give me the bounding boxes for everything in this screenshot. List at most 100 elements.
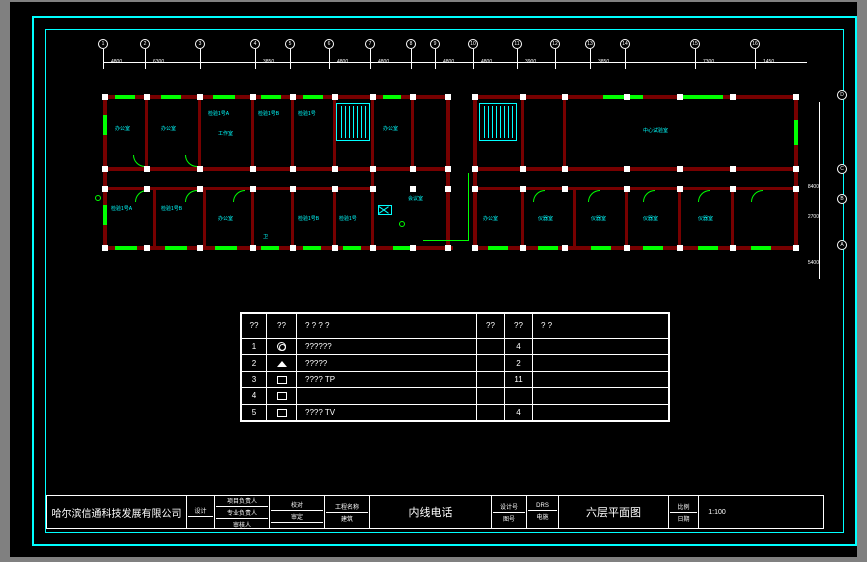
- legend-num: 4: [242, 388, 267, 404]
- wall: [103, 167, 448, 171]
- wall: [145, 95, 148, 167]
- project-title: 内线电话: [370, 496, 492, 528]
- column: [410, 94, 416, 100]
- wall: [153, 190, 156, 248]
- legend-qty: 11: [505, 371, 533, 387]
- cad-viewport[interactable]: 1480026300343850564800748008948001048001…: [10, 2, 857, 557]
- window: [751, 246, 771, 250]
- legend-symbol: [267, 404, 297, 420]
- column: [793, 166, 799, 172]
- column: [730, 166, 736, 172]
- window: [383, 95, 401, 99]
- wall: [521, 95, 524, 167]
- grid-bubble: 3: [195, 39, 205, 49]
- room-label: 检验1号B: [161, 205, 182, 212]
- column: [102, 166, 108, 172]
- dimension: 3850: [598, 59, 609, 65]
- grid-bubble: 5: [285, 39, 295, 49]
- grid-bubble: A: [837, 240, 847, 250]
- room-label: 检验1号: [339, 215, 357, 222]
- column: [472, 94, 478, 100]
- room-label: 工作室: [218, 130, 233, 137]
- column: [370, 166, 376, 172]
- tb-col: 设计: [187, 496, 215, 528]
- legend-symbol: [267, 355, 297, 371]
- column: [520, 166, 526, 172]
- wall: [333, 190, 336, 248]
- wall: [411, 95, 414, 167]
- column: [410, 186, 416, 192]
- legend-desc: ??????: [297, 338, 477, 355]
- column: [370, 94, 376, 100]
- door-icon: [643, 190, 655, 202]
- column: [290, 186, 296, 192]
- door-icon: [533, 190, 545, 202]
- column: [144, 245, 150, 251]
- legend-desc: ???? TP: [297, 371, 477, 387]
- window: [303, 95, 323, 99]
- room-label: 检验1号B: [258, 110, 279, 117]
- column: [102, 186, 108, 192]
- column: [677, 245, 683, 251]
- legend-num: 3: [242, 371, 267, 387]
- column: [793, 94, 799, 100]
- column: [472, 245, 478, 251]
- grid-bubble: 2: [140, 39, 150, 49]
- wall: [198, 95, 201, 167]
- column: [730, 186, 736, 192]
- dimension: 7300: [703, 59, 714, 65]
- column: [197, 245, 203, 251]
- dimension: 3900: [525, 59, 536, 65]
- column: [332, 186, 338, 192]
- column: [520, 245, 526, 251]
- room-label: 仪器室: [538, 215, 553, 222]
- wall: [251, 95, 254, 167]
- tb-col: 校对 审定: [270, 496, 325, 528]
- column: [445, 166, 451, 172]
- dimension: 3850: [263, 59, 274, 65]
- grid-bubble: 14: [620, 39, 630, 49]
- legend-hdr: ??: [505, 314, 533, 339]
- grid-bubble: D: [837, 90, 847, 100]
- column: [562, 94, 568, 100]
- legend-table: ?? ?? ? ? ? ? ?? ?? ? ? 1 ?????? 4 2 ???…: [240, 312, 670, 422]
- column: [102, 94, 108, 100]
- legend-unit: [477, 388, 505, 404]
- column: [250, 166, 256, 172]
- dimension: 6300: [153, 59, 164, 65]
- wire: [468, 173, 469, 241]
- legend-desc: ???? TV: [297, 404, 477, 420]
- wall: [473, 95, 477, 250]
- legend-note: [533, 388, 669, 404]
- window: [261, 246, 279, 250]
- legend-unit: [477, 404, 505, 420]
- column: [144, 166, 150, 172]
- column: [370, 186, 376, 192]
- equipment-icon: [378, 205, 392, 215]
- dim-line-right: [819, 102, 820, 279]
- legend-note: [533, 371, 669, 387]
- floor-plan[interactable]: 1480026300343850564800748008948001048001…: [75, 57, 825, 287]
- column: [730, 94, 736, 100]
- dim-line-top: [103, 62, 807, 63]
- door-icon: [751, 190, 763, 202]
- tb-col: DRS 电施: [527, 496, 559, 528]
- wall: [573, 190, 576, 248]
- column: [197, 186, 203, 192]
- column: [332, 94, 338, 100]
- column: [290, 245, 296, 251]
- column: [290, 166, 296, 172]
- tb-col: 项目负责人 专业负责人 审核人: [215, 496, 270, 528]
- grid-bubble: 16: [750, 39, 760, 49]
- column: [562, 245, 568, 251]
- column: [197, 94, 203, 100]
- window: [303, 246, 321, 250]
- grid-bubble: 12: [550, 39, 560, 49]
- room-label: 办公室: [218, 215, 233, 222]
- column: [445, 245, 451, 251]
- grid-bubble: 10: [468, 39, 478, 49]
- grid-bubble: 7: [365, 39, 375, 49]
- window: [215, 246, 237, 250]
- dimension: 4800: [481, 59, 492, 65]
- door-icon: [588, 190, 600, 202]
